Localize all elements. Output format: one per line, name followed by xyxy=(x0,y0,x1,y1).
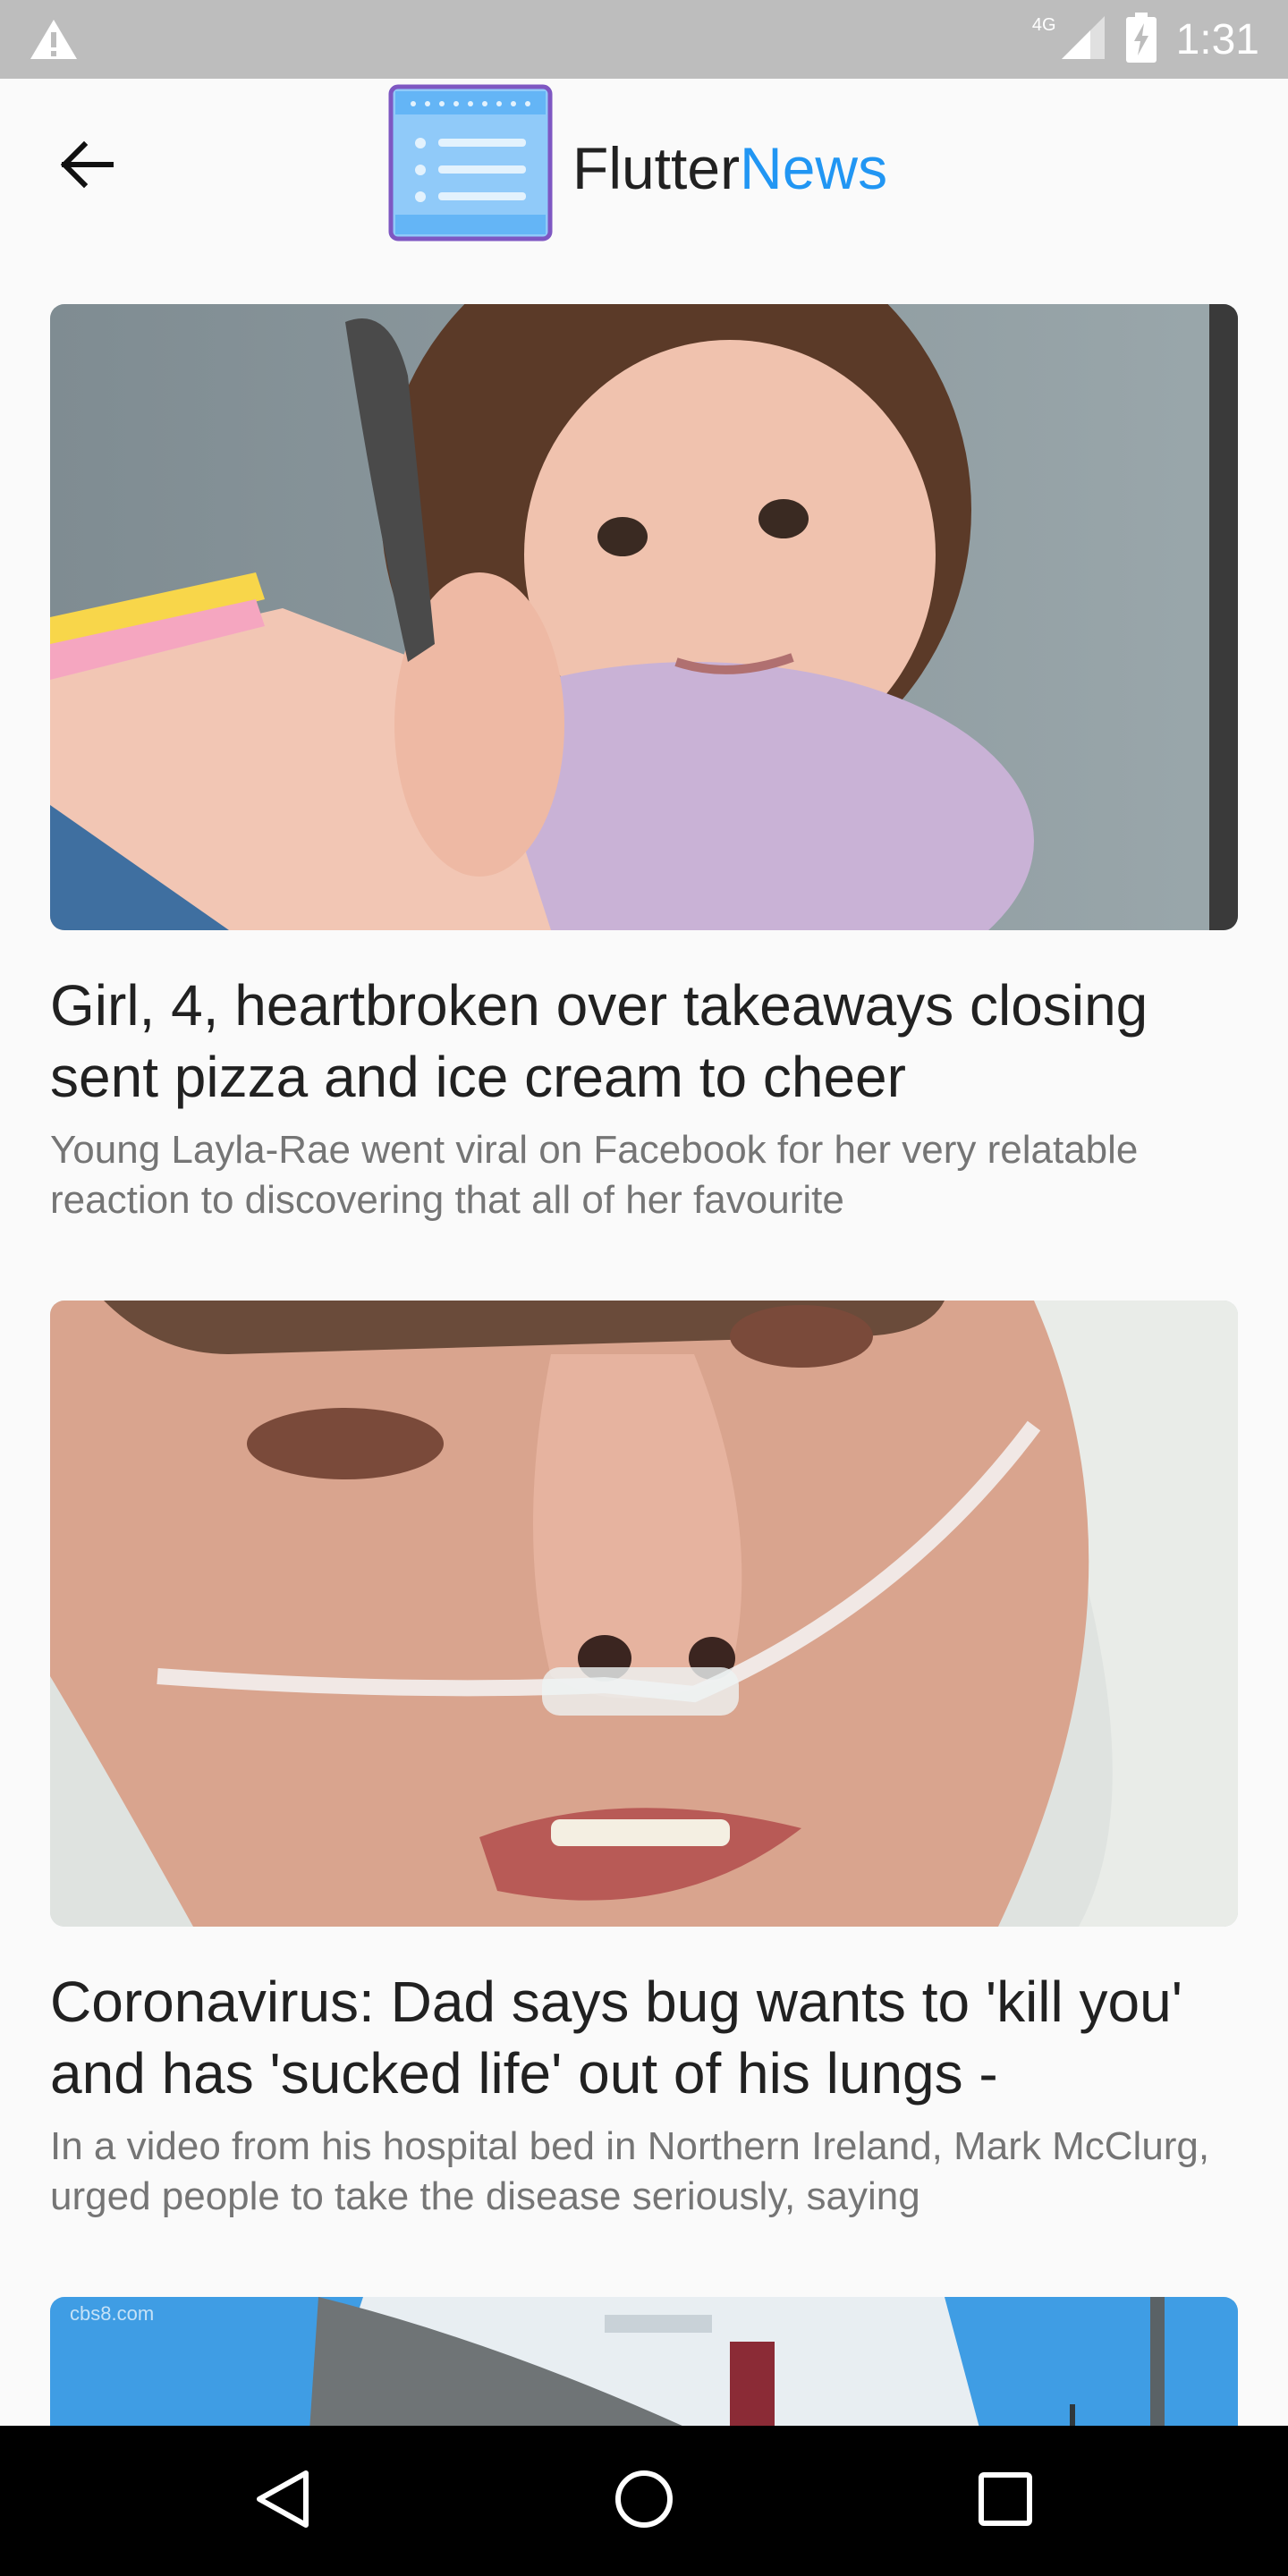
nav-recents-icon xyxy=(977,2470,1034,2532)
news-list-icon xyxy=(388,84,553,242)
network-type-label: 4G xyxy=(1031,14,1056,35)
system-nav-bar xyxy=(0,2426,1288,2576)
nav-home-icon xyxy=(613,2468,675,2535)
back-button[interactable] xyxy=(50,129,125,204)
nav-home-button[interactable] xyxy=(608,2465,680,2537)
app-title-news: News xyxy=(740,135,888,201)
app-bar: FlutterNews xyxy=(0,79,1288,254)
article-description: Young Layla-Rae went viral on Facebook f… xyxy=(50,1128,1139,1222)
battery-charging-icon xyxy=(1125,12,1157,67)
arrow-back-icon xyxy=(59,136,116,198)
article-image-girl[interactable] xyxy=(50,304,1238,930)
clock-time: 1:31 xyxy=(1175,15,1259,64)
status-bar: 4G 1:31 xyxy=(0,0,1288,79)
warning-icon xyxy=(29,18,79,65)
signal-icon xyxy=(1060,14,1106,65)
article-title[interactable]: Girl, 4, heartbroken over takeaways clos… xyxy=(50,970,1238,1113)
nav-recents-button[interactable] xyxy=(970,2465,1041,2537)
article-title[interactable]: Coronavirus: Dad says bug wants to 'kill… xyxy=(50,1966,1238,2109)
article-image-hospital[interactable] xyxy=(50,1301,1238,1927)
nav-back-icon xyxy=(254,2468,311,2535)
article-card[interactable]: cbs8.com xyxy=(50,2297,1238,2431)
article-image-ship[interactable]: cbs8.com xyxy=(50,2297,1238,2431)
article-card[interactable]: Coronavirus: Dad says bug wants to 'kill… xyxy=(50,1301,1238,2222)
news-feed: Girl, 4, heartbroken over takeaways clos… xyxy=(50,304,1238,2506)
nav-back-button[interactable] xyxy=(247,2465,318,2537)
article-card[interactable]: Girl, 4, heartbroken over takeaways clos… xyxy=(50,304,1238,1225)
app-title-flutter: Flutter xyxy=(572,135,741,201)
app-title: FlutterNews xyxy=(572,132,887,204)
article-description: In a video from his hospital bed in Nort… xyxy=(50,2124,1210,2218)
image-watermark: cbs8.com xyxy=(70,2302,155,2325)
